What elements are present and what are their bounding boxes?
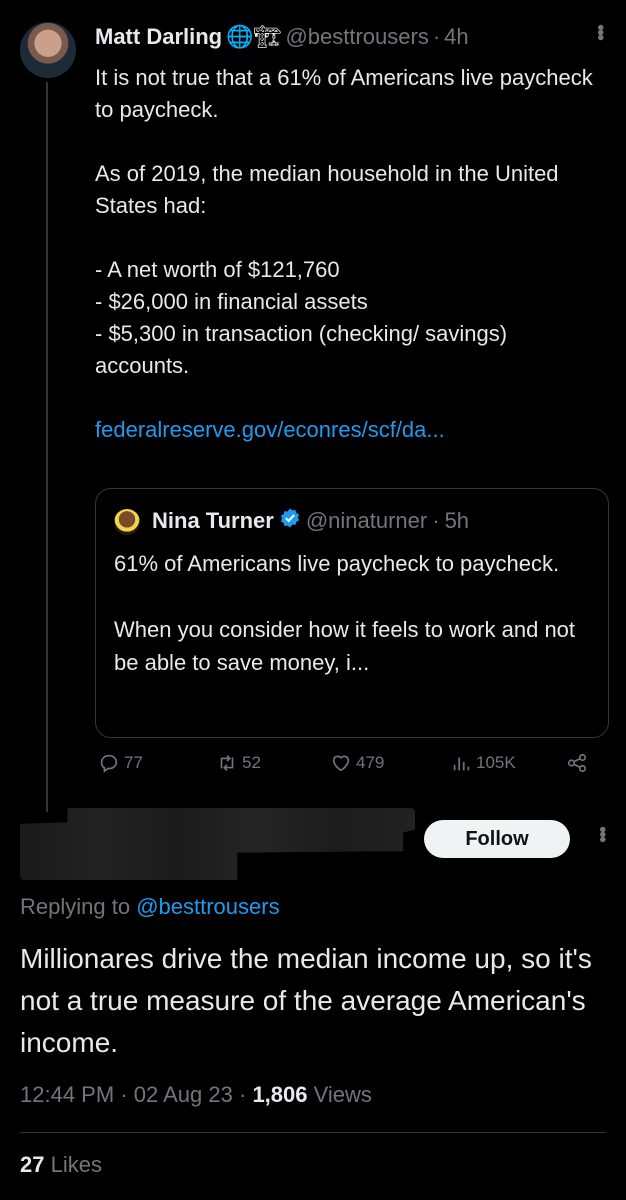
quote-header: Nina Turner @ninaturner · 5h: [152, 507, 469, 535]
like-button[interactable]: 479: [330, 752, 384, 774]
reply-date[interactable]: 02 Aug 23: [134, 1082, 233, 1107]
reply-count: 77: [124, 753, 143, 772]
quote-paragraph: 61% of Americans live paycheck to payche…: [114, 551, 560, 576]
list-item: - A net worth of $121,760: [95, 257, 340, 282]
author-emoji: 🌐🏗: [226, 24, 282, 49]
likes-summary[interactable]: 27 Likes: [20, 1152, 102, 1178]
replying-prefix: Replying to: [20, 894, 131, 919]
author-name[interactable]: Matt Darling: [95, 24, 222, 50]
avatar[interactable]: [20, 22, 76, 78]
likes-label: Likes: [50, 1152, 102, 1177]
quote-paragraph: When you consider how it feels to work a…: [114, 617, 576, 675]
tweet-header: Matt Darling 🌐🏗 @besttrousers · 4h: [95, 24, 469, 50]
reply-views-label: Views: [313, 1082, 372, 1107]
reply-button[interactable]: 77: [98, 752, 143, 774]
likes-count: 27: [20, 1152, 45, 1177]
more-options-icon[interactable]: •••: [588, 24, 611, 39]
author-handle[interactable]: @besttrousers: [285, 24, 428, 50]
divider: [20, 1132, 606, 1133]
tweet-meta: 12:44 PM · 02 Aug 23 · 1,806 Views: [20, 1082, 372, 1108]
replying-handle[interactable]: @besttrousers: [136, 894, 279, 919]
views-icon: [453, 757, 470, 771]
reply-time[interactable]: 12:44 PM: [20, 1082, 114, 1107]
tweet-time[interactable]: 4h: [444, 24, 468, 50]
quote-time: 5h: [444, 508, 470, 533]
quote-tweet[interactable]: Nina Turner @ninaturner · 5h 61% of Amer…: [95, 488, 609, 738]
list-item: - $26,000 in financial assets: [95, 289, 368, 314]
thread-line: [46, 82, 48, 812]
reply-views-count: 1,806: [252, 1082, 308, 1107]
more-options-icon[interactable]: •••: [590, 826, 613, 841]
reply-icon: [100, 754, 118, 773]
follow-button[interactable]: Follow: [424, 820, 570, 858]
tweet-paragraph: As of 2019, the median household in the …: [95, 161, 559, 218]
tweet-paragraph: It is not true that a 61% of Americans l…: [95, 65, 593, 122]
share-icon: [567, 753, 587, 773]
quote-author-name: Nina Turner: [152, 508, 274, 533]
verified-badge-icon: [279, 507, 301, 535]
separator: ·: [432, 508, 440, 533]
views-button[interactable]: 105K: [450, 752, 516, 774]
quote-body: 61% of Americans live paycheck to payche…: [114, 547, 594, 679]
quote-handle: @ninaturner: [305, 508, 428, 533]
heart-icon: [332, 755, 350, 772]
quote-avatar: [114, 509, 140, 535]
retweet-button[interactable]: 52: [216, 752, 261, 774]
replying-to: Replying to @besttrousers: [20, 894, 280, 920]
like-count: 479: [356, 753, 385, 772]
redacted-author: [20, 808, 415, 880]
view-count: 105K: [476, 753, 516, 772]
tweet-link[interactable]: federalreserve.gov/econres/scf/da...: [95, 414, 600, 446]
share-button[interactable]: [566, 752, 588, 774]
tweet-body: It is not true that a 61% of Americans l…: [95, 62, 600, 446]
list-item: - $5,300 in transaction (checking/ savin…: [95, 321, 508, 378]
separator: ·: [432, 24, 441, 49]
reply-text: Millionares drive the median income up, …: [20, 943, 592, 1058]
separator: ·: [120, 1082, 128, 1107]
retweet-count: 52: [242, 753, 261, 772]
retweet-icon: [220, 755, 234, 771]
separator: ·: [238, 1082, 247, 1107]
